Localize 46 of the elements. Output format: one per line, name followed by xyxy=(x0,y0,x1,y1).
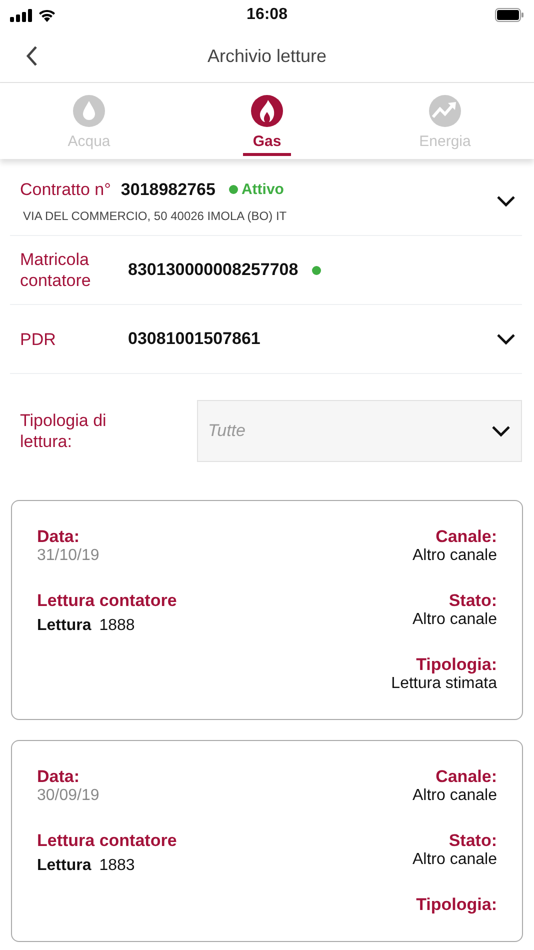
date-label: Data: xyxy=(37,767,81,787)
battery-icon xyxy=(495,8,524,22)
channel-label: Canale: xyxy=(436,767,497,787)
pdr-number: 03081001507861 xyxy=(128,329,262,349)
tab[interactable]: Energia xyxy=(356,83,534,159)
state-label: Stato: xyxy=(448,591,497,611)
state-label: Stato: xyxy=(448,831,497,851)
meter-reading-label: Lettura contatore xyxy=(37,591,177,611)
signal-icon xyxy=(10,8,32,22)
page-title: Archivio letture xyxy=(207,46,327,66)
meter-label: Matricola contatore xyxy=(20,249,92,291)
channel-value: Altro canale xyxy=(412,787,497,805)
contract-address: VIA DEL COMMERCIO, 50 40026 IMOLA (BO) IT xyxy=(23,208,288,222)
state-value: Altro canale xyxy=(412,851,497,869)
type-label: Tipologia: xyxy=(416,655,497,675)
date-label: Data: xyxy=(37,527,81,547)
reading-date: 31/10/19 xyxy=(37,547,100,565)
flame-icon xyxy=(251,95,283,127)
reading-value: 1883 xyxy=(99,857,135,875)
type-label: Tipologia: xyxy=(416,895,497,915)
reading-prefix: Lettura xyxy=(37,857,92,875)
tab[interactable]: Gas xyxy=(178,83,356,159)
water-drop-icon xyxy=(73,95,105,127)
meter-number: 830130000008257708 xyxy=(128,260,298,280)
pdr-label: PDR xyxy=(20,328,57,350)
reading-value: 1888 xyxy=(99,617,135,635)
reading-prefix: Lettura xyxy=(37,617,92,635)
chevron-down-icon[interactable] xyxy=(496,195,516,207)
state-value: Altro canale xyxy=(412,611,497,629)
reading-date: 30/09/19 xyxy=(37,787,100,805)
channel-label: Canale: xyxy=(436,527,497,547)
chevron-down-icon xyxy=(491,425,511,437)
back-icon[interactable] xyxy=(25,45,38,67)
chevron-down-icon[interactable] xyxy=(496,333,516,345)
channel-value: Altro canale xyxy=(412,547,497,565)
contract-number: 3018982765 xyxy=(120,180,216,200)
wifi-icon xyxy=(38,8,56,22)
meter-reading-label: Lettura contatore xyxy=(37,831,177,851)
contract-label: Contratto n° xyxy=(20,180,111,200)
trend-chart-icon xyxy=(429,95,461,127)
reading-type-dropdown[interactable]: Tutte xyxy=(197,400,522,462)
contract-status: Attivo xyxy=(241,181,284,198)
filter-label: Tipologia di lettura: xyxy=(20,410,108,452)
type-value: Lettura stimata xyxy=(391,675,497,693)
status-time: 16:08 xyxy=(246,6,288,24)
tab[interactable]: Acqua xyxy=(0,83,178,159)
